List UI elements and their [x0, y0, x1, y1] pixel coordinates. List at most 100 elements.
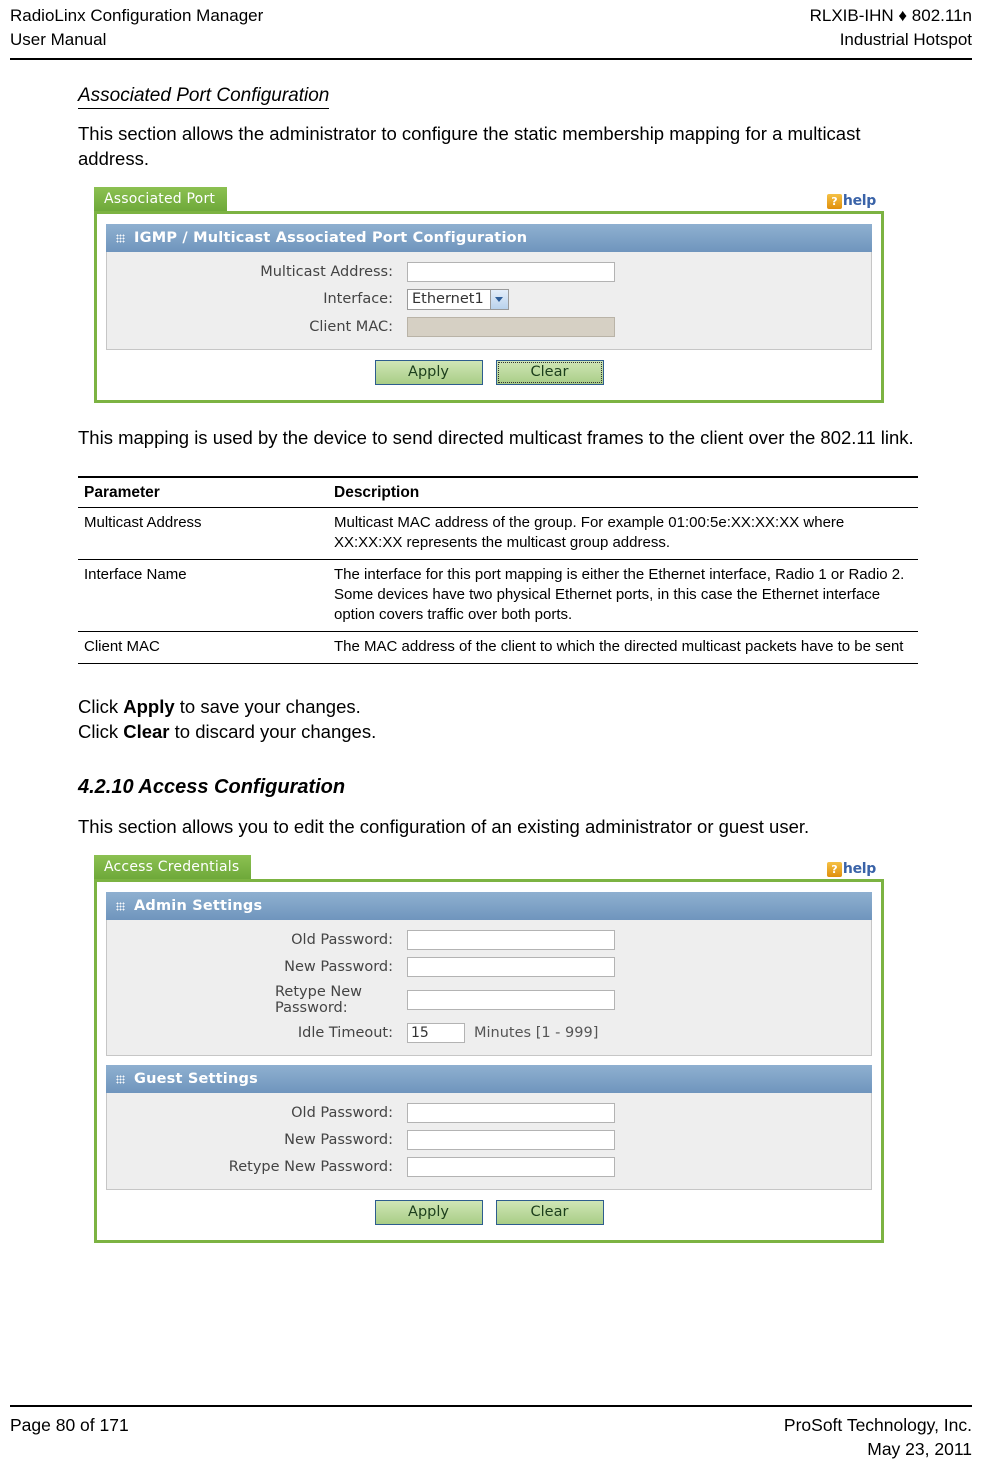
igmp-panel-header: IGMP / Multicast Associated Port Configu… — [106, 224, 872, 252]
guest-retype-password-input[interactable] — [407, 1157, 615, 1177]
access-credentials-frame: Admin Settings Old Password: New Passwor… — [94, 879, 884, 1243]
cell-description: Multicast MAC address of the group. For … — [328, 507, 918, 560]
form-row-admin-idle-timeout: Idle Timeout: 15 Minutes [1 - 999] — [107, 1023, 871, 1043]
form-row-interface: Interface: Ethernet1 — [107, 289, 871, 310]
grip-handle-icon — [116, 233, 125, 243]
help-link[interactable]: ? help — [826, 193, 876, 209]
guest-old-password-label: Old Password: — [291, 1104, 393, 1121]
interface-label: Interface: — [323, 291, 393, 307]
header-divider — [10, 58, 972, 60]
guest-settings-body: Old Password: New Password: Retype New P… — [106, 1093, 872, 1190]
subheading-wrap: Associated Port Configuration — [78, 84, 923, 117]
guest-new-password-input[interactable] — [407, 1130, 615, 1150]
interface-selected-value: Ethernet1 — [412, 291, 484, 307]
table-header-row: Parameter Description — [78, 476, 918, 508]
header-subtitle-left: User Manual — [10, 30, 107, 49]
associated-port-frame: IGMP / Multicast Associated Port Configu… — [94, 211, 884, 403]
clear-button[interactable]: Clear — [495, 360, 604, 385]
form-row-admin-old-password: Old Password: — [107, 930, 871, 950]
click-clear-suffix: to discard your changes. — [169, 721, 377, 742]
help-link[interactable]: ? help — [826, 861, 876, 877]
client-mac-label: Client MAC: — [309, 318, 393, 335]
igmp-panel-body: Multicast Address: Interface: Ethernet1 … — [106, 252, 872, 350]
header-product-right: Industrial Hotspot — [839, 30, 972, 49]
access-configuration-heading: 4.2.10 Access Configuration — [78, 776, 346, 798]
cell-parameter: Interface Name — [78, 559, 328, 632]
column-header-description: Description — [328, 476, 918, 508]
grip-handle-icon — [116, 901, 125, 911]
click-clear-prefix: Click — [78, 721, 124, 742]
admin-settings-header: Admin Settings — [106, 892, 872, 920]
cell-description: The MAC address of the client to which t… — [328, 631, 918, 664]
parameter-table: Parameter Description Multicast Address … — [78, 476, 918, 664]
header-line-1: RadioLinx Configuration Manager RLXIB-IH… — [10, 4, 972, 28]
company-name: ProSoft Technology, Inc. — [783, 1415, 972, 1435]
table-row: Interface Name The interface for this po… — [78, 559, 918, 632]
admin-retype-password-input[interactable] — [407, 990, 615, 1010]
admin-idle-timeout-input[interactable]: 15 — [407, 1023, 465, 1043]
click-clear-line: Click Clear to discard your changes. — [78, 719, 918, 744]
guest-old-password-input[interactable] — [407, 1103, 615, 1123]
help-question-icon: ? — [826, 861, 842, 877]
page-header: RadioLinx Configuration Manager RLXIB-IH… — [0, 0, 982, 52]
cell-parameter: Client MAC — [78, 631, 328, 664]
igmp-panel-title: IGMP / Multicast Associated Port Configu… — [134, 230, 528, 246]
admin-new-password-input[interactable] — [407, 957, 615, 977]
header-title-left: RadioLinx Configuration Manager — [10, 6, 264, 25]
grip-handle-icon — [116, 1074, 125, 1084]
apply-button[interactable]: Apply — [374, 1200, 483, 1225]
click-apply-prefix: Click — [78, 696, 124, 717]
client-mac-input — [407, 317, 615, 337]
footer-right: ProSoft Technology, Inc. May 23, 2011 — [784, 1413, 972, 1461]
mapping-paragraph: This mapping is used by the device to se… — [78, 427, 914, 448]
form-row-admin-new-password: New Password: — [107, 957, 871, 977]
help-question-icon: ? — [826, 193, 842, 209]
clear-button[interactable]: Clear — [495, 1200, 604, 1225]
apply-keyword: Apply — [123, 696, 175, 717]
cell-parameter: Multicast Address — [78, 507, 328, 560]
access-configuration-paragraph: This section allows you to edit the conf… — [78, 816, 810, 837]
form-row-guest-old-password: Old Password: — [107, 1103, 871, 1123]
apply-button[interactable]: Apply — [374, 360, 483, 385]
admin-idle-timeout-units: Minutes [1 - 999] — [474, 1025, 599, 1041]
help-label: help — [842, 861, 876, 877]
table-row: Client MAC The MAC address of the client… — [78, 631, 918, 664]
header-model-right: RLXIB-IHN ♦ 802.11n — [809, 6, 972, 25]
form-row-admin-retype-password: Retype New Password: — [107, 984, 871, 1016]
clear-keyword: Clear — [123, 721, 170, 742]
tabstrip: Associated Port ? help — [94, 187, 884, 211]
footer-row: Page 80 of 171 ProSoft Technology, Inc. … — [10, 1413, 972, 1461]
multicast-address-label: Multicast Address: — [260, 263, 393, 280]
help-label: help — [842, 193, 876, 209]
document-date: May 23, 2011 — [867, 1439, 972, 1459]
multicast-address-input[interactable] — [407, 262, 615, 282]
form-row-guest-retype-password: Retype New Password: — [107, 1157, 871, 1177]
footer-divider — [10, 1405, 972, 1407]
header-line-2: User Manual Industrial Hotspot — [10, 28, 972, 52]
click-apply-line: Click Apply to save your changes. — [78, 694, 918, 719]
tab-access-credentials[interactable]: Access Credentials — [94, 855, 252, 879]
intro-paragraph: This section allows the administrator to… — [78, 123, 861, 169]
document-content: Associated Port Configuration This secti… — [78, 84, 923, 1243]
tab-associated-port[interactable]: Associated Port — [94, 187, 228, 211]
form-row-multicast-address: Multicast Address: — [107, 262, 871, 282]
admin-retype-password-label: Retype New Password: — [275, 984, 362, 1016]
click-apply-suffix: to save your changes. — [174, 696, 361, 717]
associated-port-button-bar: Apply Clear — [106, 350, 872, 391]
guest-settings-title: Guest Settings — [134, 1071, 258, 1087]
form-row-client-mac: Client MAC: — [107, 317, 871, 337]
page-footer: Page 80 of 171 ProSoft Technology, Inc. … — [0, 1405, 982, 1469]
associated-port-configuration-heading: Associated Port Configuration — [78, 84, 330, 109]
chevron-down-icon — [489, 290, 508, 309]
interface-select[interactable]: Ethernet1 — [407, 289, 509, 310]
admin-new-password-label: New Password: — [284, 958, 393, 975]
admin-settings-body: Old Password: New Password: Retype New P… — [106, 920, 872, 1056]
form-row-guest-new-password: New Password: — [107, 1130, 871, 1150]
guest-new-password-label: New Password: — [284, 1131, 393, 1148]
guest-retype-password-label: Retype New Password: — [228, 1158, 393, 1175]
admin-old-password-input[interactable] — [407, 930, 615, 950]
admin-idle-timeout-label: Idle Timeout: — [297, 1024, 393, 1041]
cell-description: The interface for this port mapping is e… — [328, 559, 918, 632]
admin-old-password-label: Old Password: — [291, 931, 393, 948]
page-number: Page 80 of 171 — [10, 1415, 129, 1435]
